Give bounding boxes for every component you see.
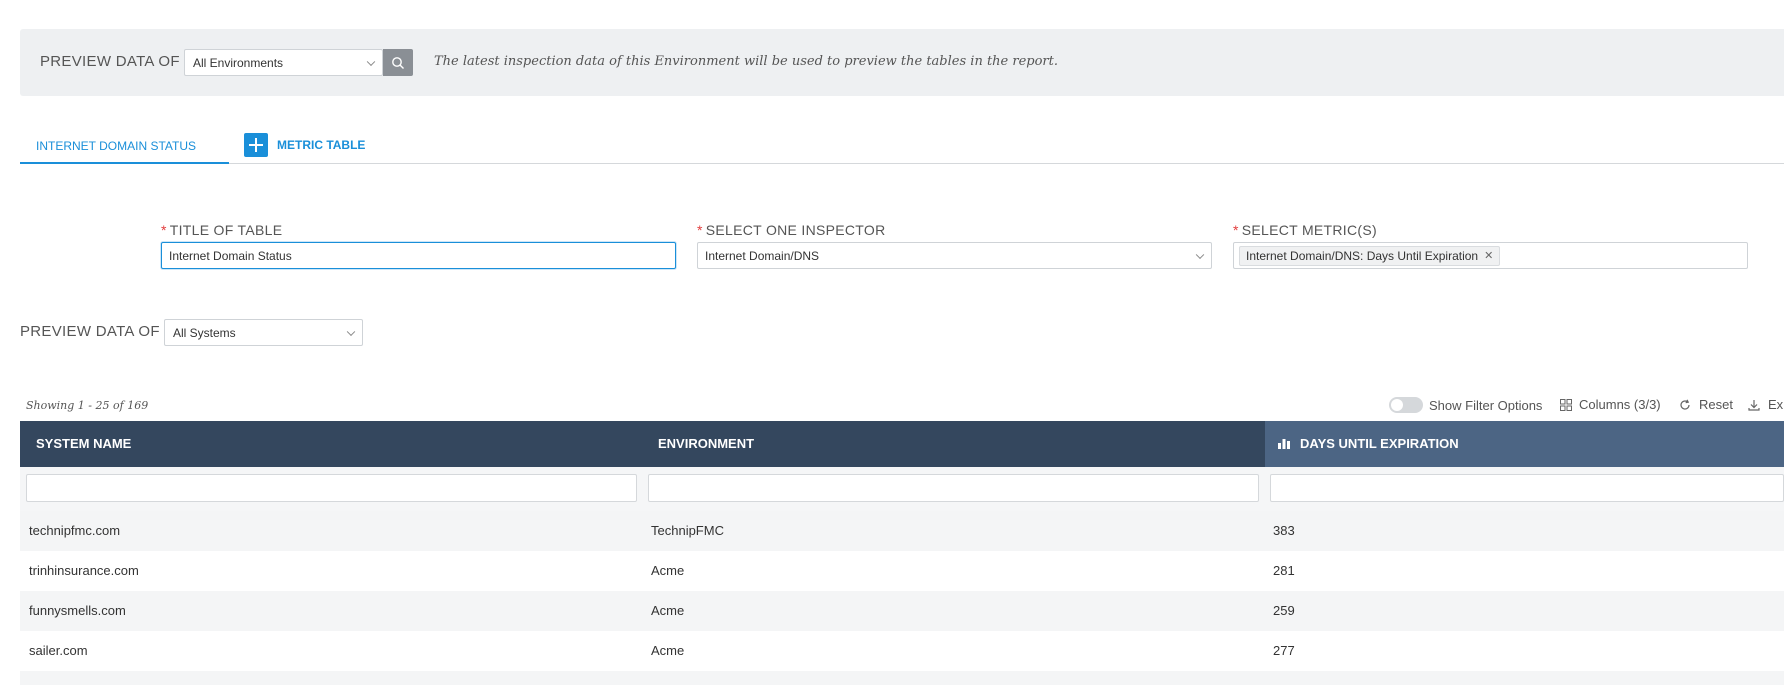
show-filter-toggle[interactable]: Show Filter Options xyxy=(1389,397,1542,413)
column-header-environment[interactable]: ENVIRONMENT xyxy=(658,421,754,467)
cell-days: 474 xyxy=(1273,671,1295,685)
cell-days: 277 xyxy=(1273,643,1295,658)
plus-icon xyxy=(244,133,268,157)
export-label: Ex xyxy=(1768,397,1784,412)
refresh-icon xyxy=(1680,399,1690,410)
filter-input-environment[interactable] xyxy=(648,474,1259,502)
search-icon xyxy=(392,57,404,69)
preview-note: The latest inspection data of this Envir… xyxy=(434,54,1058,69)
system-preview-label: PREVIEW DATA OF xyxy=(20,323,160,340)
columns-button[interactable]: Columns (3/3) xyxy=(1560,397,1661,412)
filter-row xyxy=(20,467,1784,511)
cell-environment: Acme xyxy=(651,603,685,618)
column-header-days-until-expiration[interactable]: DAYS UNTIL EXPIRATION xyxy=(1300,421,1459,467)
cell-system-name: sailer.com xyxy=(29,643,88,658)
cell-days: 259 xyxy=(1273,603,1295,618)
column-header-system-name[interactable]: SYSTEM NAME xyxy=(36,421,131,467)
inspector-select-value: Internet Domain/DNS xyxy=(705,248,820,263)
system-select-value: All Systems xyxy=(173,325,236,340)
tab-label: INTERNET DOMAIN STATUS xyxy=(36,139,197,153)
remove-tag-icon[interactable]: ✕ xyxy=(1484,249,1493,262)
metric-tag-label: Internet Domain/DNS: Days Until Expirati… xyxy=(1246,248,1479,263)
cell-environment: A... xyxy=(651,671,671,685)
metrics-multiselect[interactable]: Internet Domain/DNS: Days Until Expirati… xyxy=(1233,242,1748,269)
bar-chart-icon xyxy=(1278,439,1290,449)
inspector-label-text: SELECT ONE INSPECTOR xyxy=(705,222,886,238)
cell-days: 383 xyxy=(1273,523,1295,538)
toggle-switch[interactable] xyxy=(1389,397,1423,413)
cell-days: 281 xyxy=(1273,563,1295,578)
search-button[interactable] xyxy=(383,49,413,76)
add-metric-table-button[interactable]: METRIC TABLE xyxy=(244,133,365,157)
metrics-label-text: SELECT METRIC(S) xyxy=(1241,222,1377,238)
table-row[interactable]: sailer.com Acme 277 xyxy=(20,631,1784,671)
environment-select[interactable]: All Environments xyxy=(184,49,383,76)
reset-label: Reset xyxy=(1699,397,1733,412)
export-button[interactable]: Ex xyxy=(1748,397,1783,412)
table-row[interactable]: funnysmells.com Acme 259 xyxy=(20,591,1784,631)
download-icon xyxy=(1748,399,1760,411)
cell-system-name: t... xyxy=(29,671,43,685)
reset-button[interactable]: Reset xyxy=(1679,397,1733,412)
table-title-input[interactable]: Internet Domain Status xyxy=(161,242,676,269)
chevron-down-icon xyxy=(346,327,356,336)
required-mark: * xyxy=(697,222,703,238)
cell-system-name: technipfmc.com xyxy=(29,523,121,538)
cell-environment: Acme xyxy=(651,563,685,578)
columns-label: Columns (3/3) xyxy=(1579,397,1661,412)
table-row[interactable]: technipfmc.com TechnipFMC 383 xyxy=(20,511,1784,551)
chevron-down-icon xyxy=(366,57,376,66)
tab-internet-domain-status[interactable]: INTERNET DOMAIN STATUS xyxy=(20,125,229,164)
table-row[interactable]: t... A... 474 xyxy=(20,671,1784,685)
table-title-value: Internet Domain Status xyxy=(169,248,292,263)
table-header: SYSTEM NAME ENVIRONMENT DAYS UNTIL EXPIR… xyxy=(20,421,1784,467)
required-mark: * xyxy=(1233,222,1239,238)
add-metric-table-label: METRIC TABLE xyxy=(277,138,366,152)
table-body: technipfmc.com TechnipFMC 383 trinhinsur… xyxy=(20,511,1784,685)
filter-input-system-name[interactable] xyxy=(26,474,637,502)
show-filter-label: Show Filter Options xyxy=(1429,397,1543,413)
table-row[interactable]: trinhinsurance.com Acme 281 xyxy=(20,551,1784,591)
table-tabs: INTERNET DOMAIN STATUS METRIC TABLE xyxy=(20,125,1784,164)
cell-system-name: funnysmells.com xyxy=(29,603,126,618)
cell-system-name: trinhinsurance.com xyxy=(29,563,139,578)
select-metrics-label: * SELECT METRIC(S) xyxy=(1233,222,1377,238)
system-select[interactable]: All Systems xyxy=(164,319,363,346)
inspector-select[interactable]: Internet Domain/DNS xyxy=(697,242,1212,269)
chevron-down-icon xyxy=(1195,250,1205,259)
grid-icon xyxy=(1560,398,1572,411)
required-mark: * xyxy=(161,222,167,238)
environment-preview-bar: PREVIEW DATA OF All Environments The lat… xyxy=(20,29,1784,96)
preview-data-label: PREVIEW DATA OF xyxy=(40,53,180,70)
pagination-summary: Showing 1 - 25 of 169 xyxy=(26,399,149,412)
title-of-table-label: * TITLE OF TABLE xyxy=(161,222,282,238)
metric-tag: Internet Domain/DNS: Days Until Expirati… xyxy=(1239,245,1501,266)
metrics-table: SYSTEM NAME ENVIRONMENT DAYS UNTIL EXPIR… xyxy=(20,421,1784,685)
title-label-text: TITLE OF TABLE xyxy=(169,222,283,238)
environment-select-value: All Environments xyxy=(193,55,284,70)
cell-environment: Acme xyxy=(651,643,685,658)
select-inspector-label: * SELECT ONE INSPECTOR xyxy=(697,222,886,238)
cell-environment: TechnipFMC xyxy=(651,523,724,538)
filter-input-days[interactable] xyxy=(1270,474,1784,502)
